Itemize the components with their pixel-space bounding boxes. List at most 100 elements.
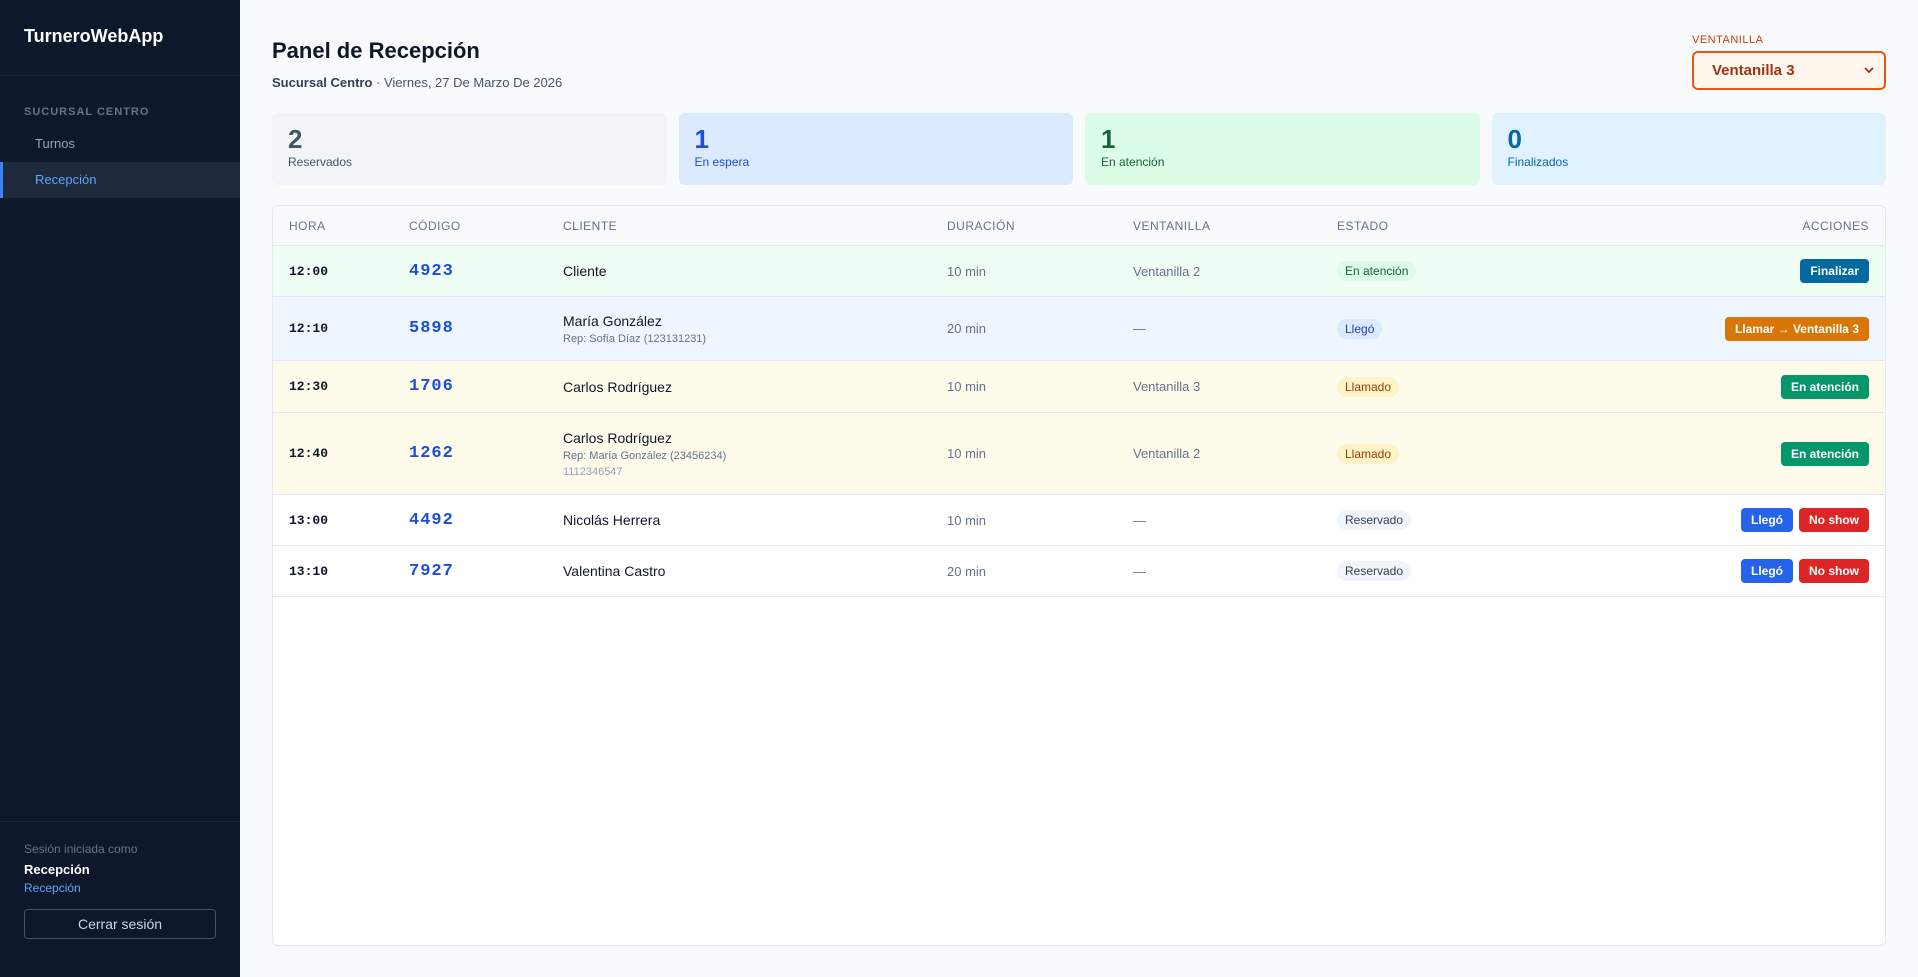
row-duration: 20 min xyxy=(947,563,987,579)
column-header-estado: ESTADO xyxy=(1337,218,1389,233)
session-panel: Sesión iniciada como Recepción Recepción… xyxy=(0,821,240,977)
row-time: 12:00 xyxy=(289,263,329,279)
stat-label: En atención xyxy=(1101,155,1165,169)
table-row: 12:10 5898 María González Rep: Sofía Día… xyxy=(273,297,1885,361)
appointments-table: HORA CÓDIGO CLIENTE DURACIÓN VENTANILLA … xyxy=(272,205,1886,946)
row-duration: 10 min xyxy=(947,446,987,461)
row-code: 4923 xyxy=(409,261,454,281)
status-badge: Llamado xyxy=(1337,443,1400,464)
row-time: 12:30 xyxy=(289,379,329,394)
stat-value: 0 xyxy=(1507,124,1522,154)
table-row: 12:00 4923 Cliente 10 min Ventanilla 2 E… xyxy=(273,246,1885,297)
client-name: Carlos Rodríguez xyxy=(563,378,672,395)
current-date: · Viernes, 27 De Marzo De 2026 xyxy=(372,75,563,90)
no-show-button[interactable]: No show xyxy=(1799,559,1869,583)
row-window: Ventanilla 2 xyxy=(1133,263,1201,279)
stat-label: En espera xyxy=(694,155,750,169)
user-role: Recepción xyxy=(24,881,81,895)
row-status: Llamado xyxy=(1337,443,1567,464)
row-client: Cliente xyxy=(563,263,947,279)
table-row: 12:30 1706 Carlos Rodríguez 10 min Venta… xyxy=(273,361,1885,413)
column-header-ventanilla: VENTANILLA xyxy=(1133,218,1211,233)
table-header: HORA CÓDIGO CLIENTE DURACIÓN VENTANILLA … xyxy=(273,206,1885,246)
row-actions: Llegó No show xyxy=(1567,508,1885,532)
stat-card-finalizados: 0 Finalizados xyxy=(1491,113,1886,185)
page-subtitle: Sucursal Centro · Viernes, 27 De Marzo D… xyxy=(272,75,562,90)
stat-card-en-espera: 1 En espera xyxy=(678,113,1073,185)
session-label: Sesión iniciada como xyxy=(24,842,138,856)
sidebar-item-turnos[interactable]: Turnos xyxy=(0,126,240,162)
sidebar-item-recepcion[interactable]: Recepción xyxy=(0,162,240,198)
logout-button[interactable]: Cerrar sesión xyxy=(24,909,216,939)
table-row: 12:40 1262 Carlos Rodríguez Rep: María G… xyxy=(273,413,1885,495)
column-header-cliente: CLIENTE xyxy=(563,218,618,233)
row-client: Valentina Castro xyxy=(563,563,947,579)
row-duration: 10 min xyxy=(947,263,987,279)
stat-value: 2 xyxy=(288,124,303,154)
row-status: Reservado xyxy=(1337,561,1567,581)
column-header-acciones: ACCIONES xyxy=(1802,218,1869,233)
client-name: Nicolás Herrera xyxy=(563,512,661,528)
chevron-down-icon xyxy=(1864,67,1874,74)
row-window: Ventanilla 3 xyxy=(1133,379,1201,394)
status-badge: En atención xyxy=(1337,261,1417,281)
window-select-label: VENTANILLA xyxy=(1692,34,1764,46)
finalizar-button[interactable]: Finalizar xyxy=(1800,259,1869,283)
row-time: 13:00 xyxy=(289,512,329,528)
row-actions: En atención xyxy=(1567,374,1885,399)
client-representative: Rep: Sofía Díaz (123131231) xyxy=(563,332,707,345)
en-atencion-button[interactable]: En atención xyxy=(1780,441,1869,466)
row-actions: Llegó No show xyxy=(1567,559,1885,583)
row-duration: 20 min xyxy=(947,321,987,336)
page-title: Panel de Recepción xyxy=(272,38,480,63)
llego-button[interactable]: Llegó xyxy=(1741,508,1793,532)
window-select-value: Ventanilla 3 xyxy=(1712,62,1795,79)
stat-value: 1 xyxy=(694,124,709,154)
row-code: 1262 xyxy=(409,444,454,463)
client-name: Cliente xyxy=(563,263,607,279)
row-window: Ventanilla 2 xyxy=(1133,446,1201,461)
row-time: 12:40 xyxy=(289,446,329,461)
client-name: María González xyxy=(563,312,662,329)
llamar-ventanilla-button[interactable]: Llamar → Ventanilla 3 xyxy=(1724,316,1869,341)
row-actions: Llamar → Ventanilla 3 xyxy=(1567,316,1885,341)
row-client: Nicolás Herrera xyxy=(563,512,947,528)
row-code: 1706 xyxy=(409,377,454,396)
window-select[interactable]: Ventanilla 3 xyxy=(1692,51,1886,90)
llego-button[interactable]: Llegó xyxy=(1741,559,1793,583)
client-phone: 1112346547 xyxy=(563,465,623,478)
row-client: María González Rep: Sofía Díaz (12313123… xyxy=(563,313,947,345)
no-show-button[interactable]: No show xyxy=(1799,508,1869,532)
client-name: Carlos Rodríguez xyxy=(563,429,672,446)
column-header-codigo: CÓDIGO xyxy=(409,218,461,233)
row-actions: En atención xyxy=(1567,441,1885,466)
table-row: 13:00 4492 Nicolás Herrera 10 min — Rese… xyxy=(273,495,1885,546)
sidebar-section-label: SUCURSAL CENTRO xyxy=(24,106,150,118)
client-representative: Rep: María González (23456234) xyxy=(563,449,727,462)
row-time: 13:10 xyxy=(289,563,329,579)
row-status: Reservado xyxy=(1337,510,1567,530)
row-window: — xyxy=(1133,512,1146,528)
row-client: Carlos Rodríguez xyxy=(563,379,947,395)
row-code: 4492 xyxy=(409,510,454,530)
status-badge: Llamado xyxy=(1337,376,1400,397)
user-name: Recepción xyxy=(24,862,90,877)
table-row: 13:10 7927 Valentina Castro 20 min — Res… xyxy=(273,546,1885,597)
row-duration: 10 min xyxy=(947,512,987,528)
stats-row: 2 Reservados 1 En espera 1 En atención 0… xyxy=(272,113,1886,185)
row-duration: 10 min xyxy=(947,379,987,394)
status-badge: Reservado xyxy=(1337,510,1412,530)
row-actions: Finalizar xyxy=(1567,259,1885,283)
window-picker: VENTANILLA Ventanilla 3 xyxy=(1692,34,1886,90)
en-atencion-button[interactable]: En atención xyxy=(1780,374,1869,399)
row-window: — xyxy=(1133,563,1146,579)
row-code: 7927 xyxy=(409,561,454,581)
row-status: En atención xyxy=(1337,261,1567,281)
row-status: Llegó xyxy=(1337,318,1567,339)
row-time: 12:10 xyxy=(289,321,329,336)
stat-label: Reservados xyxy=(288,155,353,169)
status-badge: Llegó xyxy=(1337,318,1383,339)
sidebar: TurneroWebApp SUCURSAL CENTRO Turnos Rec… xyxy=(0,0,240,977)
stat-label: Finalizados xyxy=(1507,155,1569,169)
stat-card-en-atencion: 1 En atención xyxy=(1085,113,1480,185)
